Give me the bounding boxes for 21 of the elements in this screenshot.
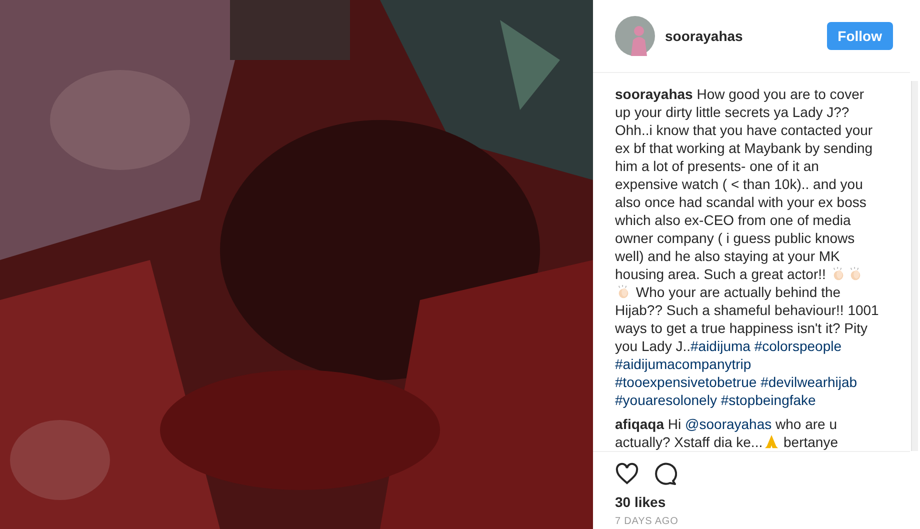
hashtag-link[interactable]: #tooexpensivetobetrue xyxy=(615,374,757,390)
comment-text: afiqaqa Hi @soorayahas who are u actually? Xstaff dia ke... bertanye xyxy=(615,415,839,451)
scrollbar[interactable] xyxy=(911,81,918,451)
comment-icon[interactable] xyxy=(653,462,677,486)
hashtag-link[interactable]: #stopbeingfake xyxy=(720,392,816,408)
hashtag-link[interactable]: #aidijumacompanytrip xyxy=(615,356,752,372)
hashtag-link[interactable]: #youaresolonely xyxy=(615,392,717,408)
clapping-hands-icon xyxy=(848,266,863,281)
praying-hands-icon xyxy=(764,434,779,449)
hashtag-link[interactable]: #aidijuma xyxy=(690,338,750,354)
clapping-hands-icon xyxy=(616,284,631,299)
hashtag-link[interactable]: @soorayahas xyxy=(685,416,772,432)
heart-icon[interactable] xyxy=(615,462,639,486)
comment-text: soorayahas How good you are to cover up your dirty little secrets ya Lady J?? Ohh..i know that you have contacted your ex bf that working at Maybank by sending him a lot of presents- one of it an expensive watch ( < than 10k).. and you also once had scandal with your ex boss which also ex-CEO from one of media owner company ( i guess public knows well) and he also staying at your MK housing area. Such a great actor!! Who your are actually behind the Hijab?? Such a shameful behaviour!! 1001 ways to get a true happiness isn't it? Pity you Lady J..#aidijuma #colorspeople #aidijumacompanytrip #tooexpensivetobetrue #devilwearhijab #youaresolonely #stopbeingfake xyxy=(615,85,879,409)
avatar[interactable] xyxy=(615,16,655,56)
hashtag-link[interactable]: #devilwearhijab xyxy=(760,374,858,390)
hashtag-link[interactable]: #colorspeople xyxy=(754,338,842,354)
likes-count[interactable]: 30 likes xyxy=(593,486,920,510)
timestamp: 7 DAYS AGO xyxy=(614,515,680,527)
clapping-hands-icon xyxy=(830,266,846,281)
username[interactable]: soorayahas xyxy=(665,28,817,44)
